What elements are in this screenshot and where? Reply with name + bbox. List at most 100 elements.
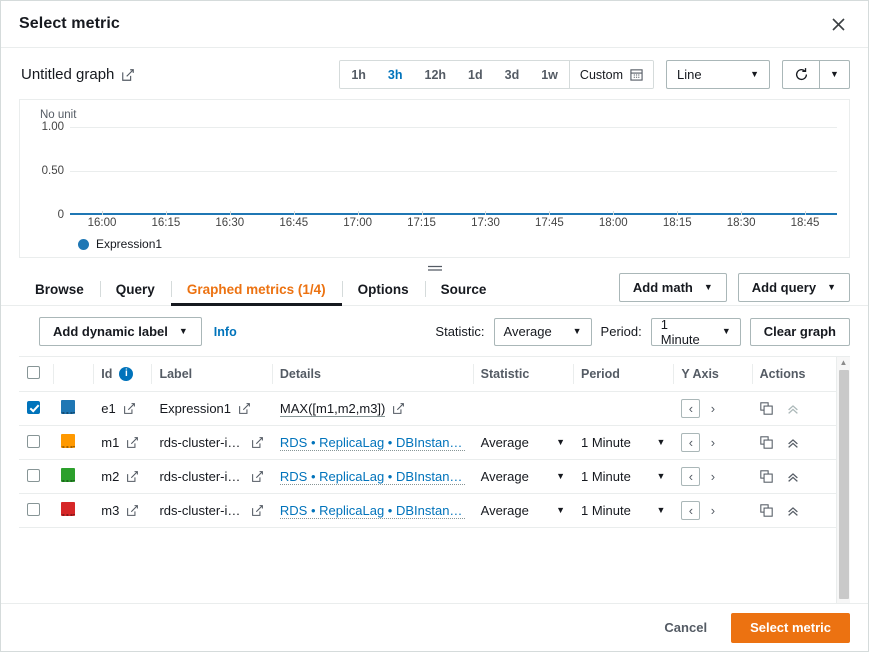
row-id-cell: e1 <box>93 392 151 426</box>
color-swatch[interactable] <box>61 468 75 482</box>
time-range-1h[interactable]: 1h <box>340 61 377 88</box>
refresh-button[interactable] <box>782 60 820 89</box>
row-period-cell[interactable]: 1 Minute▼ <box>573 426 673 460</box>
statistic-select[interactable]: Average ▼ <box>494 318 592 346</box>
x-tick-label: 16:30 <box>215 217 244 229</box>
y-axis-right-button[interactable]: › <box>703 467 722 486</box>
y-axis-left-button[interactable]: ‹ <box>681 467 700 486</box>
row-id: m2 <box>101 469 119 484</box>
duplicate-icon[interactable] <box>760 436 773 449</box>
duplicate-icon[interactable] <box>760 402 773 415</box>
row-period-select[interactable]: 1 Minute▼ <box>581 503 665 518</box>
row-id: m3 <box>101 503 119 518</box>
select-all-checkbox[interactable] <box>27 366 40 379</box>
legend-label[interactable]: Expression1 <box>96 237 162 251</box>
row-statistic-select[interactable]: Average▼ <box>481 435 565 450</box>
row-period-cell <box>573 392 673 426</box>
table-row[interactable]: m3rds-cluster-ins...RDS • ReplicaLag • D… <box>19 494 836 528</box>
edit-id-icon[interactable] <box>126 436 139 449</box>
y-axis-right-button[interactable]: › <box>703 399 722 418</box>
y-axis-right-button[interactable]: › <box>703 433 722 452</box>
row-id-cell: m1 <box>93 426 151 460</box>
row-checkbox[interactable] <box>27 469 40 482</box>
time-range-3d[interactable]: 3d <box>494 61 531 88</box>
add-dynamic-label-button[interactable]: Add dynamic label ▼ <box>39 317 202 346</box>
add-query-button[interactable]: Add query ▼ <box>738 273 850 302</box>
row-period-select[interactable]: 1 Minute▼ <box>581 469 665 484</box>
info-icon[interactable]: i <box>119 367 133 381</box>
table-scrollbar[interactable]: ▲ <box>836 357 850 603</box>
add-math-button[interactable]: Add math ▼ <box>619 273 727 302</box>
y-axis-left-button[interactable]: ‹ <box>681 433 700 452</box>
x-tick-label: 16:45 <box>279 217 308 229</box>
period-select[interactable]: 1 Minute ▼ <box>651 318 741 346</box>
color-swatch[interactable] <box>61 502 75 516</box>
row-details[interactable]: RDS • ReplicaLag • DBInstanceIde... <box>280 469 465 485</box>
chart-type-select[interactable]: Line ▼ <box>666 60 770 89</box>
time-range-custom[interactable]: Custom <box>569 61 653 88</box>
color-swatch[interactable] <box>61 434 75 448</box>
x-tick-label: 17:30 <box>471 217 500 229</box>
edit-label-icon[interactable] <box>251 436 264 449</box>
row-period-cell[interactable]: 1 Minute▼ <box>573 460 673 494</box>
table-row[interactable]: m2rds-cluster-ins...RDS • ReplicaLag • D… <box>19 460 836 494</box>
close-icon[interactable] <box>826 12 850 36</box>
row-checkbox[interactable] <box>27 435 40 448</box>
scrollbar-thumb[interactable] <box>839 370 849 599</box>
tab-graphed-metrics[interactable]: Graphed metrics (1/4) <box>171 273 342 305</box>
edit-graph-name-icon[interactable] <box>121 68 135 82</box>
tab-browse[interactable]: Browse <box>19 273 100 305</box>
collapse-icon[interactable] <box>786 436 800 450</box>
duplicate-icon[interactable] <box>760 470 773 483</box>
row-statistic-cell[interactable]: Average▼ <box>473 460 573 494</box>
edit-id-icon[interactable] <box>123 402 136 415</box>
table-row[interactable]: m1rds-cluster-ins...RDS • ReplicaLag • D… <box>19 426 836 460</box>
edit-label-icon[interactable] <box>251 470 264 483</box>
row-statistic-cell[interactable]: Average▼ <box>473 494 573 528</box>
duplicate-icon[interactable] <box>760 504 773 517</box>
edit-id-icon[interactable] <box>126 504 139 517</box>
tab-source[interactable]: Source <box>425 273 503 305</box>
row-details[interactable]: RDS • ReplicaLag • DBInstanceIde... <box>280 435 465 451</box>
row-details[interactable]: MAX([m1,m2,m3]) <box>280 401 385 417</box>
edit-label-icon[interactable] <box>238 402 251 415</box>
edit-id-icon[interactable] <box>126 470 139 483</box>
y-axis-left-button[interactable]: ‹ <box>681 399 700 418</box>
row-details[interactable]: RDS • ReplicaLag • DBInstanceIde... <box>280 503 465 519</box>
row-checkbox[interactable] <box>27 401 40 414</box>
panel-resize-handle[interactable] <box>1 261 868 273</box>
y-axis-right-button[interactable]: › <box>703 501 722 520</box>
edit-details-icon[interactable] <box>392 402 405 415</box>
row-period-select[interactable]: 1 Minute▼ <box>581 435 665 450</box>
page-title: Select metric <box>19 15 120 33</box>
collapse-icon[interactable] <box>786 470 800 484</box>
time-range-3h[interactable]: 3h <box>377 61 414 88</box>
chart-plot-area[interactable]: 1.00 0.50 0 <box>70 127 837 215</box>
color-swatch[interactable] <box>61 400 75 414</box>
info-link[interactable]: Info <box>214 325 237 339</box>
tab-query[interactable]: Query <box>100 273 171 305</box>
row-statistic-cell[interactable]: Average▼ <box>473 426 573 460</box>
time-range-12h[interactable]: 12h <box>414 61 458 88</box>
x-tick-label: 17:00 <box>343 217 372 229</box>
x-tick-label: 16:00 <box>88 217 117 229</box>
edit-label-icon[interactable] <box>251 504 264 517</box>
select-metric-button[interactable]: Select metric <box>731 613 850 643</box>
row-yaxis-cell: ‹› <box>673 392 751 426</box>
y-axis-left-button[interactable]: ‹ <box>681 501 700 520</box>
scroll-up-arrow[interactable]: ▲ <box>837 359 850 367</box>
refresh-options-button[interactable]: ▼ <box>820 60 850 89</box>
time-range-1w[interactable]: 1w <box>530 61 569 88</box>
row-statistic-select[interactable]: Average▼ <box>481 469 565 484</box>
table-row[interactable]: e1Expression1MAX([m1,m2,m3])‹› <box>19 392 836 426</box>
cancel-button[interactable]: Cancel <box>658 620 713 635</box>
tab-options[interactable]: Options <box>342 273 425 305</box>
collapse-icon[interactable] <box>786 402 800 416</box>
time-range-1d[interactable]: 1d <box>457 61 494 88</box>
row-checkbox[interactable] <box>27 503 40 516</box>
metrics-table: Id i Label Details Statistic Period Y Ax… <box>19 357 836 528</box>
row-period-cell[interactable]: 1 Minute▼ <box>573 494 673 528</box>
collapse-icon[interactable] <box>786 504 800 518</box>
row-statistic-select[interactable]: Average▼ <box>481 503 565 518</box>
clear-graph-button[interactable]: Clear graph <box>750 318 850 346</box>
